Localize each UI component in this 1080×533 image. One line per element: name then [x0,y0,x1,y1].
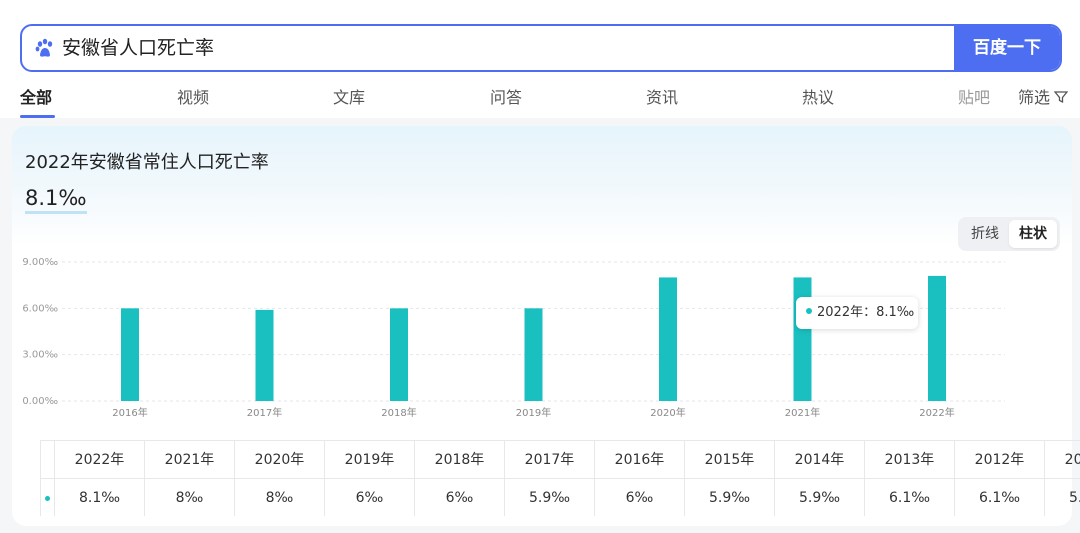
chart-bar[interactable] [255,309,274,401]
header-spacer [41,441,55,479]
card-value: 8.1‰ [25,186,87,214]
table-cell: 6‰ [595,479,685,516]
chart-bar[interactable] [390,308,408,401]
tooltip-text: 2022年：8.1‰ [817,305,915,320]
table-header-cell: 2021年 [145,441,235,479]
table-cell: 6‰ [415,479,505,516]
chart-tooltip: 2022年：8.1‰ [796,297,918,329]
table-cell: 6.1‰ [955,479,1045,516]
x-tick-label: 2018年 [381,406,416,419]
x-tick-label: 2021年 [785,406,820,419]
table-cell: 6‰ [325,479,415,516]
chart-bar[interactable] [121,308,139,401]
active-tab-indicator [20,115,55,118]
table-header-cell: 2016年 [595,441,685,479]
tab-all[interactable]: 全部 [20,84,52,108]
tab-tieba[interactable]: 贴吧 [958,84,990,108]
y-tick-label: 9.00‰ [22,257,58,268]
table-header-cell: 2020年 [235,441,325,479]
table-cell: 8.1‰ [55,479,145,516]
table-header-cell: 2011年 [1045,441,1080,479]
chart-type-toggle: 折线 柱状 [958,217,1060,251]
card-title: 2022年安徽省常住人口死亡率 [25,152,269,173]
tab-qa[interactable]: 问答 [490,84,522,108]
chart-bar[interactable] [928,275,946,401]
table-header-cell: 2018年 [415,441,505,479]
y-tick-label: 3.00‰ [22,350,58,361]
x-tick-label: 2016年 [112,406,147,419]
y-tick-label: 6.00‰ [22,303,58,314]
tab-hot[interactable]: 热议 [802,84,834,108]
x-tick-label: 2022年 [919,406,954,419]
series-marker [41,479,55,516]
table-header-cell: 2014年 [775,441,865,479]
table-cell: 8‰ [145,479,235,516]
filter-icon [1054,91,1068,104]
table-cell: 6.1‰ [865,479,955,516]
tab-bar: 全部 视频 文库 问答 资讯 热议 贴吧 筛选 [0,78,1080,118]
x-tick-label: 2020年 [650,406,685,419]
filter-button[interactable]: 筛选 [1018,84,1068,108]
table-cell: 8‰ [235,479,325,516]
x-tick-label: 2017年 [247,406,282,419]
toggle-line[interactable]: 折线 [961,220,1009,248]
table-header-cell: 2022年 [55,441,145,479]
bar-chart: 0.00‰ 3.00‰ 6.00‰ 9.00‰ 2016年 2017年 2018年 2019年… [22,257,1005,419]
data-table: 2022年 2021年 2020年 2019年 2018年 2017年 2016年 2015年… [40,440,1080,516]
toggle-bar[interactable]: 柱状 [1009,220,1057,248]
search-button[interactable]: 百度一下 [954,26,1060,70]
tab-news[interactable]: 资讯 [646,84,678,108]
table-header-row: 2022年 2021年 2020年 2019年 2018年 2017年 2016年 2015年… [41,441,1080,479]
table-header-cell: 2017年 [505,441,595,479]
table-header-cell: 2019年 [325,441,415,479]
y-tick-label: 0.00‰ [22,396,58,407]
table-header-cell: 2012年 [955,441,1045,479]
chart-bar[interactable] [659,277,677,401]
search-input[interactable]: 安徽省人口死亡率 [62,26,942,70]
tab-video[interactable]: 视频 [177,84,209,108]
table-cell: 5.9‰ [1045,479,1080,516]
table-cell: 5.9‰ [685,479,775,516]
chart-bar[interactable] [793,277,812,401]
result-card: 2022年安徽省常住人口死亡率 8.1‰ 折线 柱状 0.00‰ 3.00‰ 6.0… [12,126,1080,526]
table-cell: 5.9‰ [775,479,865,516]
table-row: 8.1‰8‰8‰6‰6‰5.9‰6‰5.9‰5.9‰6.1‰6.1‰5.9‰ [41,479,1080,516]
series-dot [45,496,50,501]
filter-label: 筛选 [1017,88,1050,107]
chart-bar[interactable] [524,308,543,401]
baidu-paw-icon [35,38,53,57]
table-header-cell: 2015年 [685,441,775,479]
search-box[interactable]: 安徽省人口死亡率 百度一下 [20,24,1062,72]
tab-wenku[interactable]: 文库 [333,84,365,108]
x-tick-label: 2019年 [516,406,551,419]
table-header-cell: 2013年 [865,441,955,479]
table-cell: 5.9‰ [505,479,595,516]
tooltip-dot [806,308,812,314]
